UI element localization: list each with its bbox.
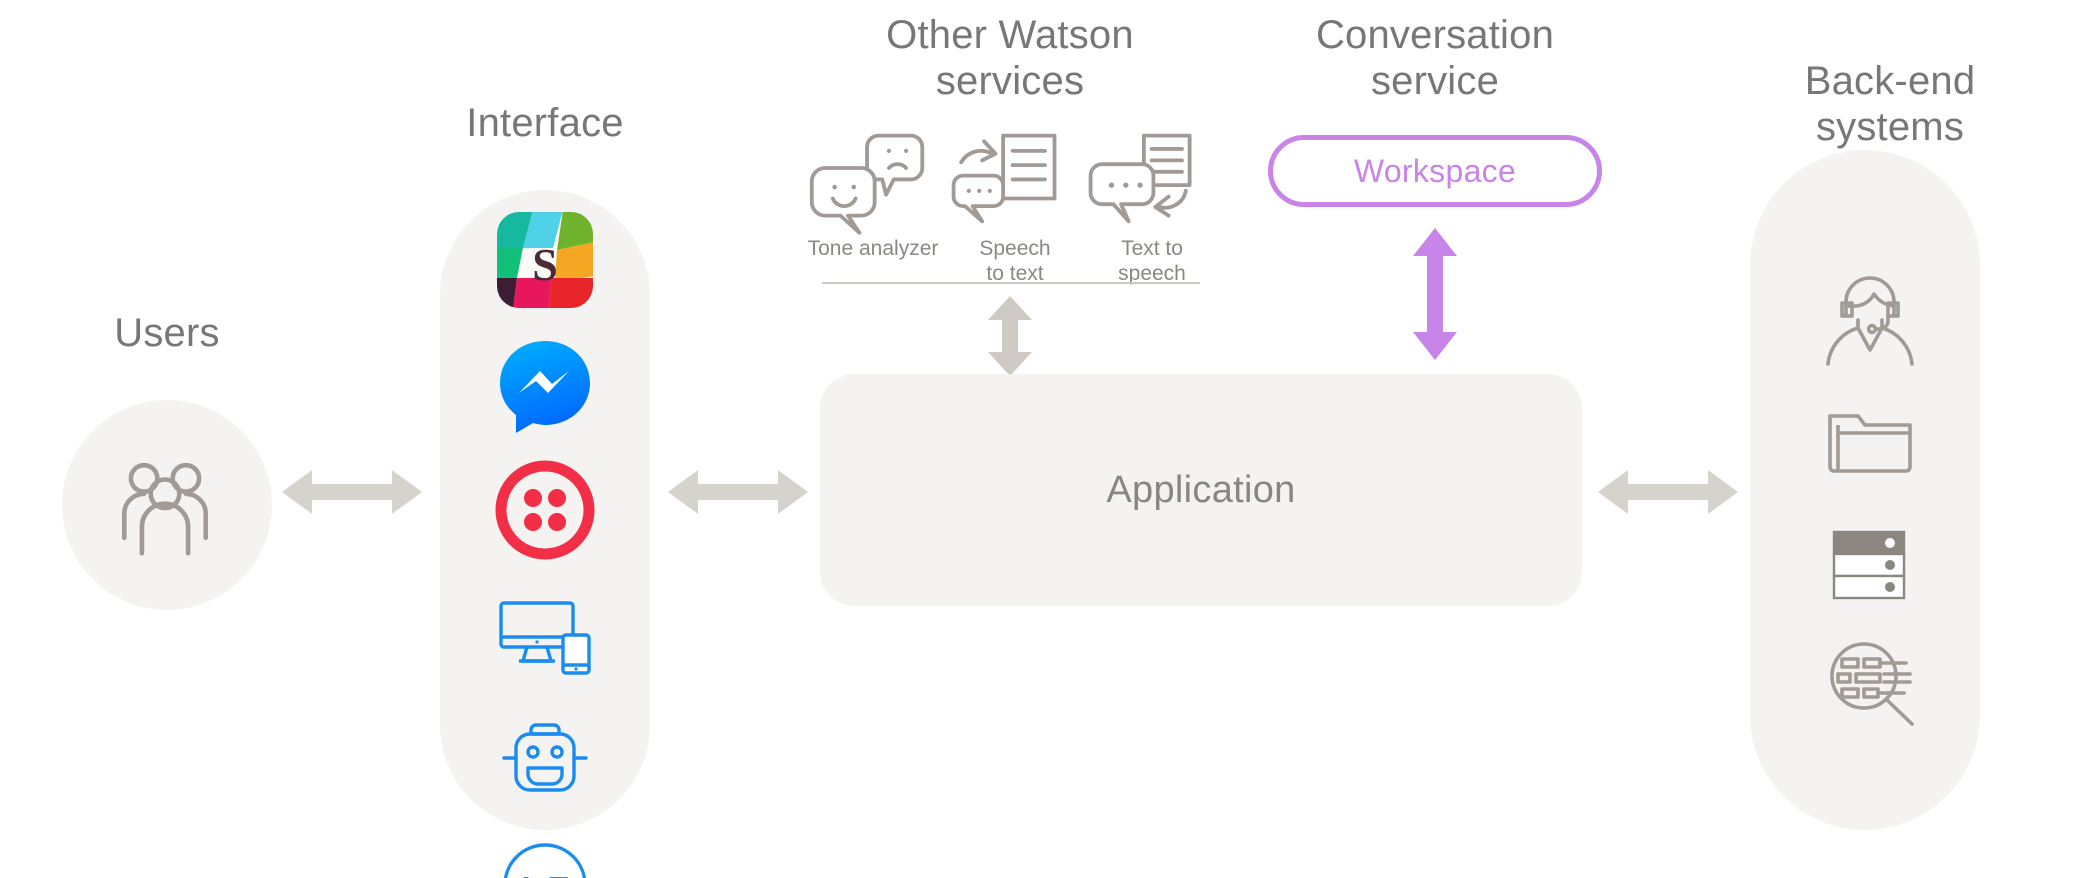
speech-to-text-icon bbox=[945, 128, 1085, 228]
folder-icon bbox=[1820, 390, 1920, 490]
data-search-icon bbox=[1820, 632, 1920, 732]
people-group-icon bbox=[110, 452, 220, 562]
watson-service-label: Text to speech bbox=[1118, 237, 1186, 285]
interface-heading: Interface bbox=[466, 101, 624, 145]
svg-text:S: S bbox=[532, 239, 558, 290]
slack-icon[interactable]: S bbox=[495, 210, 595, 310]
arrow-interface-to-application bbox=[668, 462, 808, 522]
server-rack-icon bbox=[1820, 512, 1920, 612]
watson-service-text-to-speech[interactable]: Text to speech bbox=[1082, 128, 1222, 286]
workspace-button[interactable]: Workspace bbox=[1268, 135, 1602, 207]
arrow-workspace-to-application bbox=[1405, 228, 1465, 360]
robot-chatbot-icon[interactable] bbox=[495, 710, 595, 810]
workspace-label: Workspace bbox=[1353, 152, 1517, 189]
tone-analyzer-icon bbox=[803, 128, 943, 235]
watson-service-label: Tone analyzer bbox=[807, 237, 939, 260]
architecture-diagram: Users Interface S Other Watson services … bbox=[0, 0, 2090, 878]
support-agent-headset-icon bbox=[1820, 272, 1920, 372]
iot-icon[interactable]: IoT bbox=[495, 835, 595, 878]
watson-divider bbox=[822, 282, 1200, 284]
watson-service-label: Speech to text bbox=[979, 237, 1051, 285]
arrow-application-to-backend bbox=[1598, 462, 1738, 522]
desktop-mobile-devices-icon[interactable] bbox=[495, 585, 595, 685]
users-heading: Users bbox=[114, 311, 220, 355]
watson-service-speech-to-text[interactable]: Speech to text bbox=[945, 128, 1085, 286]
application-container: Application bbox=[820, 374, 1582, 606]
facebook-messenger-icon[interactable] bbox=[495, 335, 595, 435]
arrow-users-to-interface bbox=[282, 462, 422, 522]
conversation-service-heading: Conversation service bbox=[1315, 13, 1555, 103]
text-to-speech-icon bbox=[1082, 128, 1222, 228]
application-label: Application bbox=[1106, 468, 1296, 511]
watson-services-heading: Other Watson services bbox=[886, 13, 1134, 103]
arrow-watson-to-application bbox=[980, 296, 1040, 376]
twilio-icon[interactable] bbox=[495, 460, 595, 560]
iot-label: IoT bbox=[522, 870, 569, 878]
backend-systems-heading: Back-end systems bbox=[1804, 59, 1976, 149]
watson-service-tone-analyzer[interactable]: Tone analyzer bbox=[803, 128, 943, 261]
